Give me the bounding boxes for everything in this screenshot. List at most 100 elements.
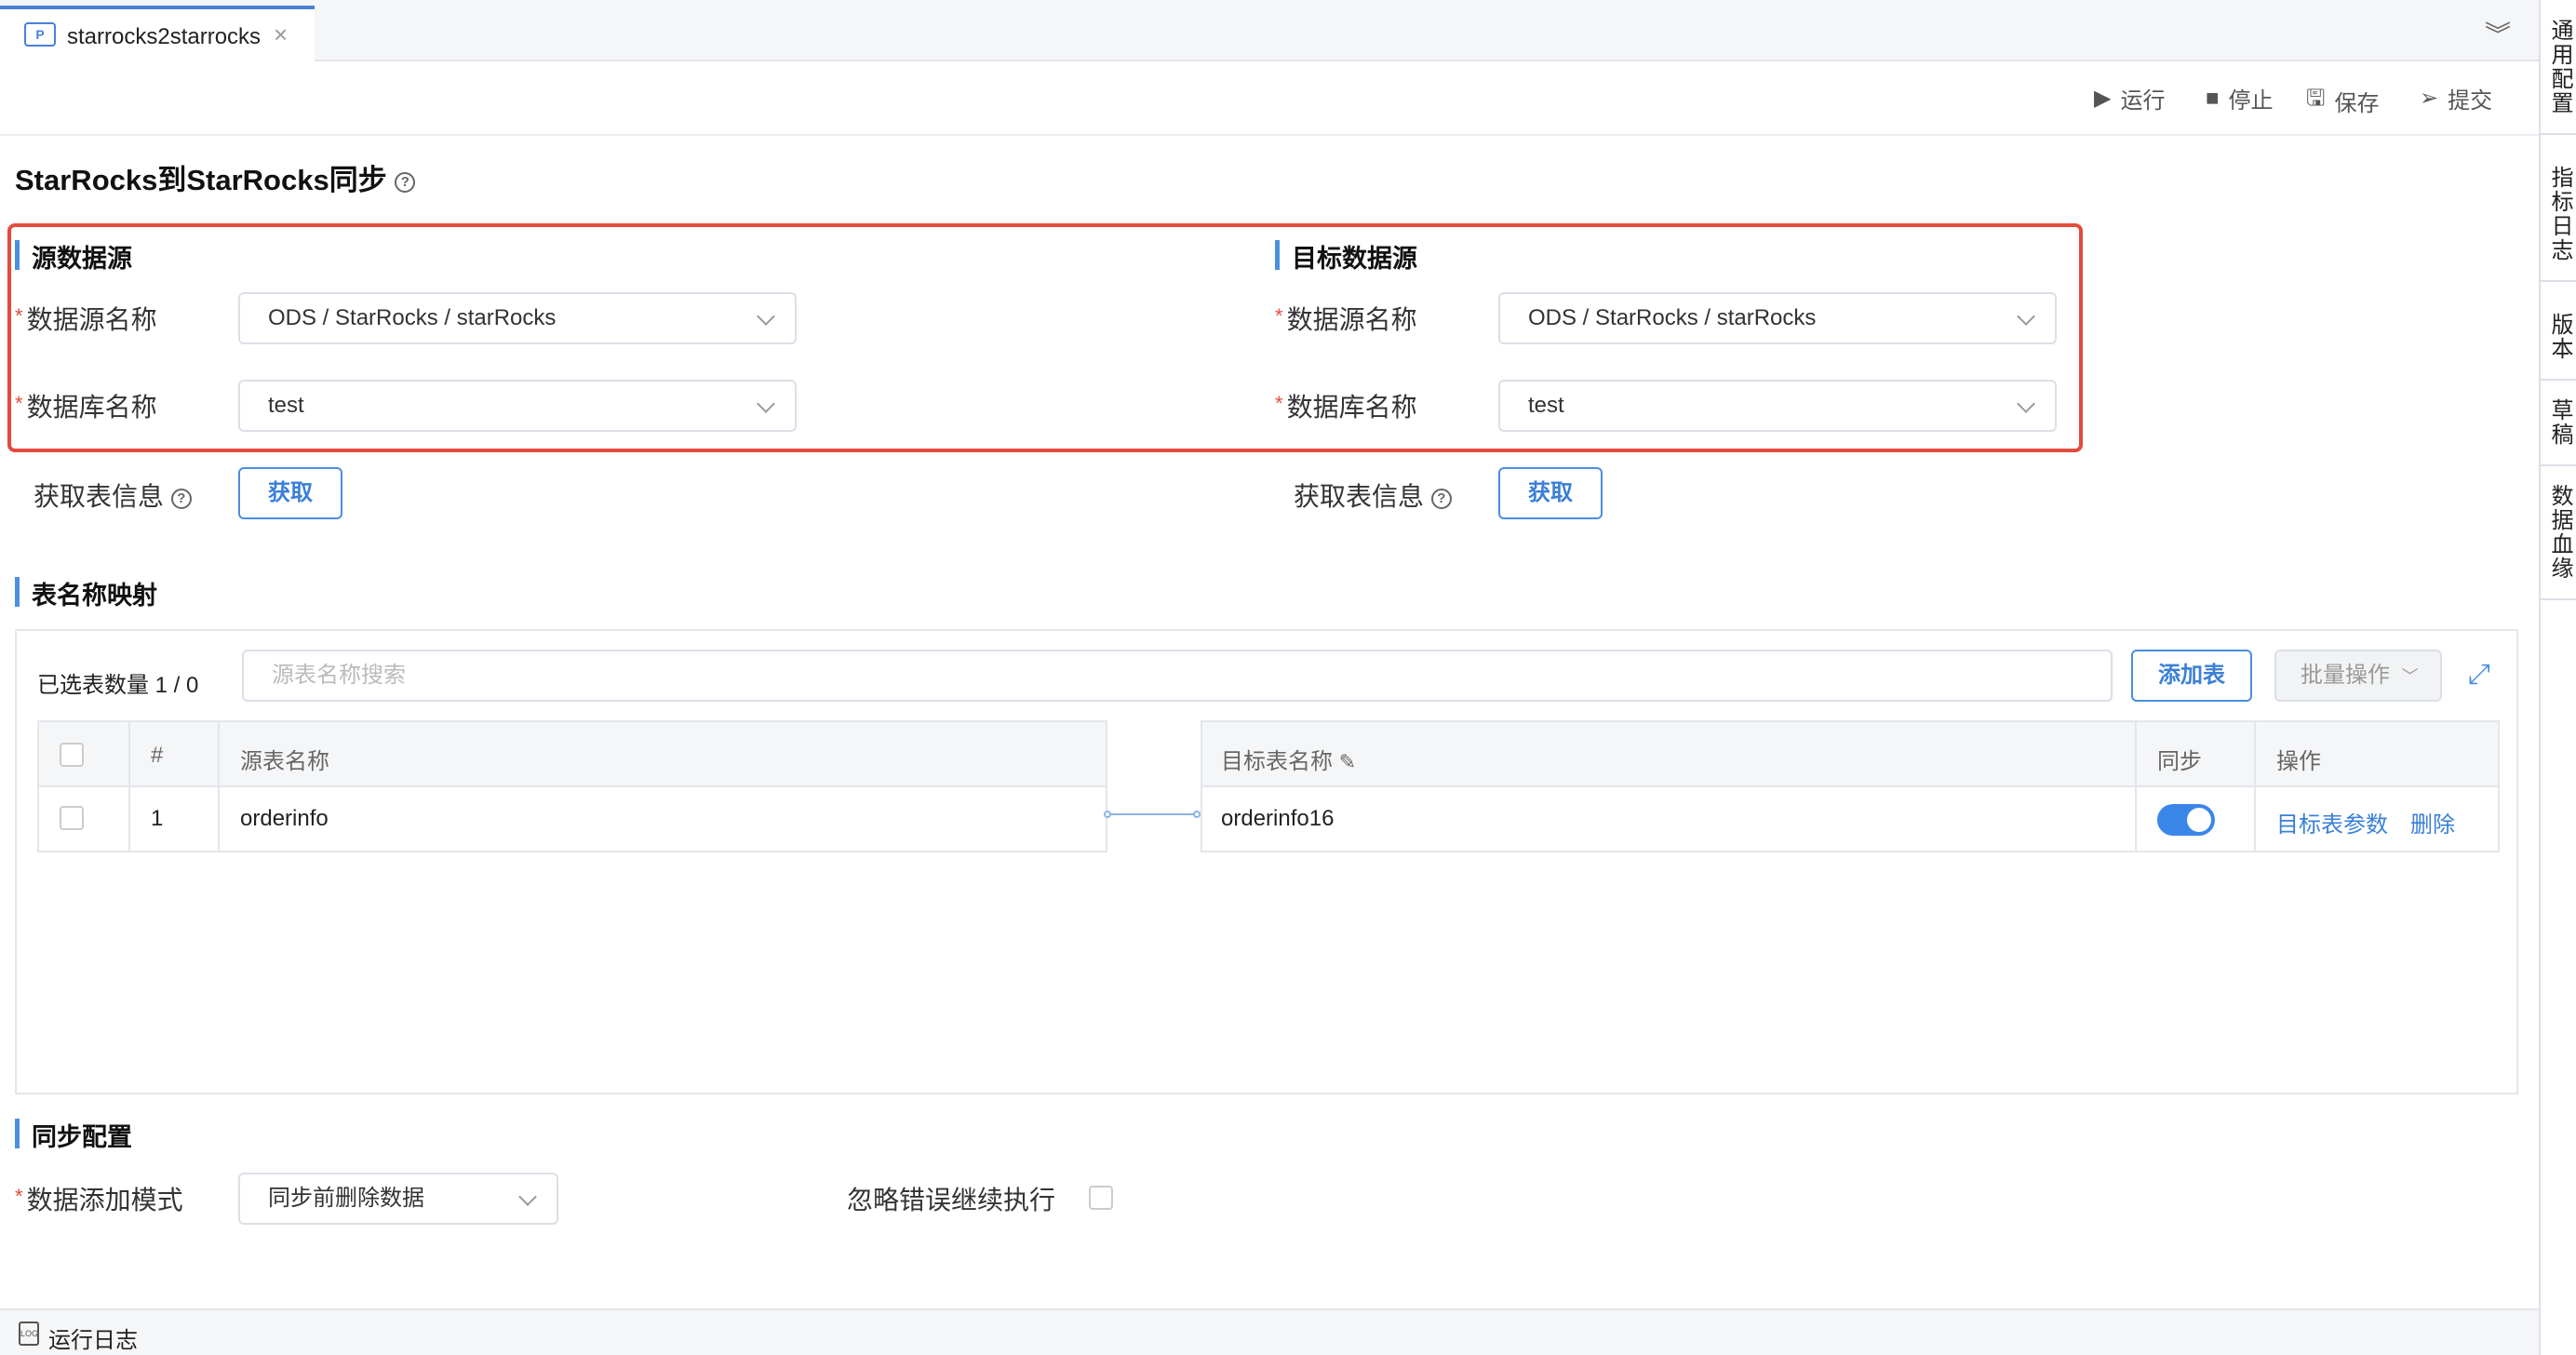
source-table: # 源表名称 1 orderinfo [37,720,1107,852]
target-fetch-label-text: 获取表信息 [1294,482,1425,511]
source-table-name: orderinfo [240,806,329,831]
target-database-label: * 数据库名称 [1275,387,1417,424]
help-icon[interactable]: ? [395,171,416,193]
target-datasource-value: ODS / StarRocks / starRocks [1528,305,1817,330]
column-divider [2254,722,2256,852]
data-mode-label-text: 数据添加模式 [26,1186,183,1214]
required-mark: * [15,304,23,328]
chevron-down-icon [2017,395,2035,413]
close-icon[interactable]: × [274,20,288,49]
tab-starrocks2starrocks[interactable]: P starrocks2starrocks × [0,6,315,61]
target-database-value: test [1528,393,1564,418]
sync-header: 同步 [2157,749,2202,774]
menu-version[interactable]: 版本 [2541,303,2576,381]
mapping-connector-line [1104,811,1201,818]
select-all-checkbox[interactable] [60,743,84,767]
submit-label: 提交 [2448,88,2493,114]
batch-operation-label: 批量操作 [2301,663,2390,688]
target-datasource-label: * 数据源名称 [1275,300,1417,337]
log-file-icon: LOG [19,1321,39,1346]
chevron-down-icon [757,307,775,326]
tab-label: starrocks2starrocks [67,24,262,49]
add-table-button[interactable]: 添加表 [2131,650,2252,702]
run-label: 运行 [2120,88,2166,114]
status-bar: LOG 运行日志 [0,1308,2539,1355]
right-side-menu: 通用配置 指标日志 版本 草稿 数据血缘 [2539,0,2576,1355]
operation-header: 操作 [2276,749,2321,774]
data-mode-select[interactable]: 同步前删除数据 [238,1173,558,1225]
chevron-down-icon: ﹀ [2401,667,2419,686]
source-fetch-label-text: 获取表信息 [34,482,165,511]
menu-draft-label: 草稿 [2547,398,2572,447]
menu-general-config[interactable]: 通用配置 [2541,9,2576,135]
target-name-header-text: 目标表名称 [1221,749,1333,774]
menu-data-lineage-label: 数据血缘 [2547,484,2572,581]
target-datasource-label-text: 数据源名称 [1286,305,1417,334]
chevron-down-icon [518,1187,537,1206]
target-table-params-link[interactable]: 目标表参数 [2276,806,2388,838]
required-mark: * [1275,392,1283,415]
source-database-value: test [268,393,304,418]
target-database-select[interactable]: test [1498,380,2057,432]
save-button[interactable]: 🖫 保存 [2306,82,2379,120]
menu-data-lineage[interactable]: 数据血缘 [2541,475,2576,600]
row-index: 1 [151,806,164,831]
help-icon[interactable]: ? [170,488,192,509]
target-name-header: 目标表名称 ✎ [1221,743,1356,775]
stop-button[interactable]: ■ 停止 [2206,82,2274,114]
selected-count: 已选表数量 1 / 0 [37,673,199,698]
column-divider [218,722,220,852]
run-button[interactable]: ▶ 运行 [2094,82,2165,114]
source-database-select[interactable]: test [238,380,797,432]
mapping-panel: 已选表数量 1 / 0 源表名称搜索 添加表 批量操作 ﹀ ⤢ # 源表名称 1… [15,629,2518,1094]
sync-config-title: 同步配置 [15,1117,132,1153]
source-database-label: * 数据库名称 [15,387,157,424]
page-title-text: StarRocks到StarRocks同步 [15,164,387,196]
fullscreen-icon[interactable]: ⤢ [2468,659,2490,691]
sync-toggle[interactable] [2157,804,2215,836]
mapping-section-title: 表名称映射 [15,575,157,611]
edit-icon[interactable]: ✎ [1339,750,1356,773]
script-file-icon: P [24,22,56,47]
chevron-double-down-icon[interactable]: ︾ [2485,15,2511,52]
source-table-search-input[interactable]: 源表名称搜索 [242,650,2113,702]
source-table-header [39,722,1106,787]
target-datasource-select[interactable]: ODS / StarRocks / starRocks [1498,292,2057,344]
ignore-errors-checkbox[interactable] [1089,1186,1113,1210]
toggle-knob [2187,808,2211,832]
menu-metrics-log-label: 指标日志 [2547,166,2572,262]
source-datasource-select[interactable]: ODS / StarRocks / starRocks [238,292,797,344]
source-fetch-label: 获取表信息 ? [34,476,192,514]
source-fetch-button[interactable]: 获取 [238,467,342,519]
run-log-button[interactable]: 运行日志 [48,1321,138,1354]
help-icon[interactable]: ? [1430,488,1452,509]
source-datasource-label: * 数据源名称 [15,300,157,337]
source-name-header: 源表名称 [240,749,329,774]
save-icon: 🖫 [2306,86,2326,111]
source-database-label-text: 数据库名称 [26,393,157,422]
save-label: 保存 [2334,91,2380,116]
submit-button[interactable]: ➢ 提交 [2420,82,2492,114]
ignore-errors-label: 忽略错误继续执行 [847,1186,1056,1214]
action-toolbar: ▶ 运行 ■ 停止 🖫 保存 ➢ 提交 [0,61,2539,136]
stop-icon: ■ [2206,85,2220,111]
target-table-name: orderinfo16 [1221,806,1335,831]
connector-dot [1104,811,1111,818]
required-mark: * [15,392,23,415]
menu-draft[interactable]: 草稿 [2541,389,2576,466]
target-fetch-button[interactable]: 获取 [1498,467,1603,519]
menu-general-config-label: 通用配置 [2547,19,2572,115]
target-fetch-label: 获取表信息 ? [1294,476,1452,514]
delete-link[interactable]: 删除 [2410,806,2455,838]
stop-label: 停止 [2228,88,2274,114]
batch-operation-button[interactable]: 批量操作 ﹀ [2274,650,2442,702]
menu-version-label: 版本 [2547,313,2572,361]
target-section-title: 目标数据源 [1275,238,1417,275]
column-divider [128,722,130,852]
row-checkbox[interactable] [60,806,84,830]
column-divider [2135,722,2137,852]
menu-metrics-log[interactable]: 指标日志 [2541,156,2576,282]
source-datasource-label-text: 数据源名称 [26,305,157,334]
required-mark: * [1275,304,1283,328]
target-table: 目标表名称 ✎ 同步 操作 orderinfo16 目标表参数 删除 [1201,720,2500,852]
